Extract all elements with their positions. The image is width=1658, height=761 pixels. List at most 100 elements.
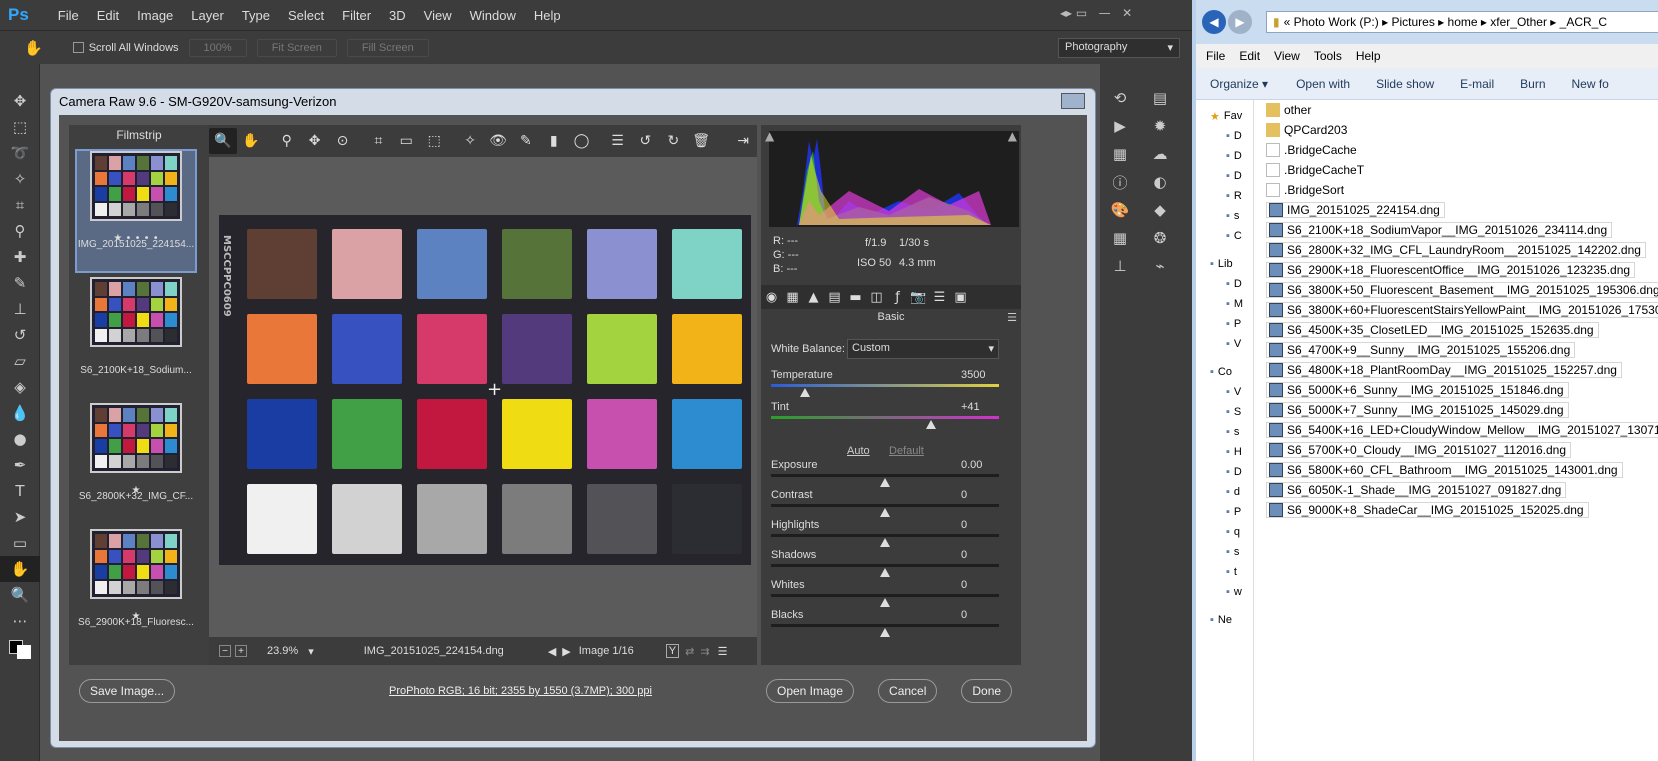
slider-tint[interactable]: Tint +41 (771, 401, 999, 429)
swap-icon[interactable]: ⇄ (685, 645, 694, 658)
spot-removal-icon[interactable]: ✧ (456, 128, 484, 154)
thumb-1[interactable]: ★ • • • • IMG_20151025_224154... (75, 149, 197, 273)
adjustment-brush-icon[interactable]: ✎ (512, 128, 540, 154)
rotate-left-icon[interactable]: ↺ (631, 128, 659, 154)
file-row[interactable]: S6_2800K+32_IMG_CFL_LaundryRoom__2015102… (1266, 240, 1658, 260)
white-balance-icon[interactable]: ⚲ (273, 128, 301, 154)
default-link[interactable]: Default (889, 445, 924, 457)
swatches-icon[interactable]: ▦ (1100, 224, 1140, 252)
file-row[interactable]: S6_5400K+16_LED+CloudyWindow_Mellow__IMG… (1266, 420, 1658, 440)
nav-item[interactable]: ▪ q (1196, 522, 1253, 542)
file-row[interactable]: S6_2100K+18_SodiumVapor__IMG_20151026_23… (1266, 220, 1658, 240)
prev-image-icon[interactable]: ◀ (548, 645, 556, 658)
straighten-icon[interactable]: ▭ (392, 128, 420, 154)
styles-icon[interactable]: ◐ (1140, 168, 1180, 196)
pen-icon[interactable]: ✒ (0, 452, 40, 478)
file-row[interactable]: S6_5700K+0_Cloudy__IMG_20151027_112016.d… (1266, 440, 1658, 460)
ex-menu-help[interactable]: Help (1356, 49, 1381, 63)
levels-icon[interactable]: ▤ (1140, 84, 1180, 112)
star-rating[interactable]: ★ (77, 611, 195, 622)
file-row[interactable]: S6_9000K+8_ShadeCar__IMG_20151025_152025… (1266, 500, 1658, 520)
trash-icon[interactable]: 🗑 (687, 128, 715, 154)
palette-icon[interactable]: 🎨 (1100, 196, 1140, 224)
history-brush-icon[interactable]: ↺ (0, 322, 40, 348)
file-row[interactable]: S6_4500K+35_ClosetLED__IMG_20151025_1526… (1266, 320, 1658, 340)
graduated-filter-icon[interactable]: ▮ (540, 128, 568, 154)
slider-highlights[interactable]: Highlights 0 (771, 519, 999, 547)
slider-track[interactable] (771, 564, 999, 567)
crop-icon[interactable]: ⌗ (364, 128, 392, 154)
zoom-100-button[interactable]: 100% (188, 38, 247, 57)
file-row[interactable]: .BridgeCacheT (1266, 160, 1658, 180)
slider-knob[interactable] (880, 598, 890, 607)
nav-item[interactable]: ▪ Co (1196, 362, 1253, 382)
email-button[interactable]: E-mail (1460, 77, 1494, 91)
adjust-icon[interactable]: ✹ (1140, 112, 1180, 140)
snapshots-icon[interactable]: ▣ (950, 290, 971, 305)
slider-knob[interactable] (880, 538, 890, 547)
eraser-icon[interactable]: ▱ (0, 348, 40, 374)
nav-item[interactable]: ▪ V (1196, 382, 1253, 402)
presets-icon[interactable]: ☰ (929, 290, 950, 305)
breadcrumb[interactable]: ▮ « Photo Work (P:) ▸ Pictures ▸ home ▸ x… (1266, 11, 1658, 33)
save-image-button[interactable]: Save Image... (79, 679, 176, 703)
file-row[interactable]: S6_5800K+60_CFL_Bathroom__IMG_20151025_1… (1266, 460, 1658, 480)
menu-layer[interactable]: Layer (182, 8, 233, 23)
file-row[interactable]: S6_3800K+50_Fluorescent_Basement__IMG_20… (1266, 280, 1658, 300)
ex-menu-view[interactable]: View (1274, 49, 1300, 63)
workflow-options-link[interactable]: ProPhoto RGB; 16 bit; 2355 by 1550 (3.7M… (389, 685, 652, 697)
slider-value[interactable]: 0 (961, 549, 967, 561)
slider-track[interactable] (771, 624, 999, 627)
slider-knob[interactable] (800, 388, 811, 397)
path-select-icon[interactable]: ➤ (0, 504, 40, 530)
forward-icon[interactable]: ▶ (1228, 10, 1252, 34)
nav-item[interactable]: ▪ t (1196, 562, 1253, 582)
workspace-select[interactable]: Photography ▾ (1058, 38, 1180, 58)
burn-button[interactable]: Burn (1520, 77, 1545, 91)
detail-icon[interactable]: ▲ (803, 290, 824, 305)
ex-menu-file[interactable]: File (1206, 49, 1225, 63)
history-icon[interactable]: ⟲ (1100, 84, 1140, 112)
file-row[interactable]: S6_3800K+60+FluorescentStairsYellowPaint… (1266, 300, 1658, 320)
slider-blacks[interactable]: Blacks 0 (771, 609, 999, 637)
rotate-right-icon[interactable]: ↻ (659, 128, 687, 154)
more-icon[interactable]: ⋯ (0, 608, 40, 634)
fill-screen-button[interactable]: Fill Screen (346, 38, 429, 57)
thumb-3[interactable]: ★ S6_2800K+32_IMG_CF... (77, 403, 195, 523)
file-row[interactable]: S6_4700K+9__Sunny__IMG_20151025_155206.d… (1266, 340, 1658, 360)
nav-item[interactable]: ★ Fav (1196, 106, 1253, 126)
before-after-icon[interactable]: Y (665, 644, 680, 658)
slider-knob[interactable] (925, 420, 936, 429)
color-swatch-icon[interactable] (0, 634, 40, 660)
crumb-pictures[interactable]: Pictures (1391, 15, 1434, 29)
slider-value[interactable]: 0 (961, 519, 967, 531)
nav-item[interactable]: ▪ D (1196, 126, 1253, 146)
file-row[interactable]: S6_5000K+7_Sunny__IMG_20151025_145029.dn… (1266, 400, 1658, 420)
copy-settings-icon[interactable]: ⇉ (700, 645, 709, 658)
preferences-icon[interactable]: ☰ (604, 128, 632, 154)
basic-tab-icon[interactable]: ◉ (761, 290, 782, 305)
menu-filter[interactable]: Filter (333, 8, 380, 23)
ps-window-controls[interactable]: ◂▸ ▭ — ✕ (1060, 6, 1132, 20)
lens-icon[interactable]: ◫ (866, 290, 887, 305)
slider-track[interactable] (771, 504, 999, 507)
slider-value[interactable]: 0 (961, 489, 967, 501)
effects-icon[interactable]: ƒ (887, 290, 908, 305)
slider-track[interactable] (771, 384, 999, 387)
menu-help[interactable]: Help (525, 8, 570, 23)
next-image-icon[interactable]: ▶ (562, 645, 570, 658)
file-row[interactable]: QPCard203 (1266, 120, 1658, 140)
slider-whites[interactable]: Whites 0 (771, 579, 999, 607)
hand-tool-icon[interactable]: ✋ (237, 128, 265, 154)
nav-item[interactable]: ▪ Ne (1196, 610, 1253, 630)
toggle-settings-icon[interactable]: ☰ (718, 645, 728, 658)
nav-item[interactable]: ▪ D (1196, 462, 1253, 482)
slider-track[interactable] (771, 416, 999, 419)
nav-item[interactable]: ▪ D (1196, 166, 1253, 186)
transform-icon[interactable]: ⬚ (420, 128, 448, 154)
zoom-in-icon[interactable]: + (235, 645, 247, 657)
file-row[interactable]: other (1266, 100, 1658, 120)
targeted-adjust-icon[interactable]: ⊙ (329, 128, 357, 154)
menu-view[interactable]: View (415, 8, 461, 23)
bucket-icon[interactable]: ◈ (0, 374, 40, 400)
